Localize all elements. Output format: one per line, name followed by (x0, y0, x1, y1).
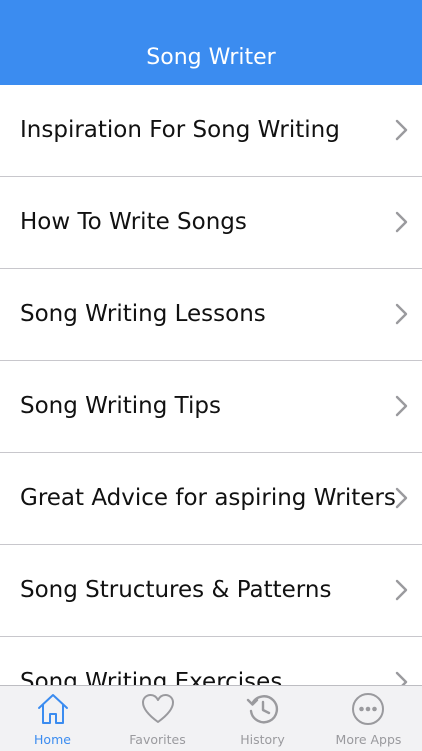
list-item-label: How To Write Songs (20, 209, 247, 235)
list-item[interactable]: Song Writing Exercises (0, 637, 422, 685)
chevron-right-icon (395, 119, 408, 141)
tab-label: Home (34, 732, 71, 747)
list-item[interactable]: How To Write Songs (0, 177, 422, 269)
chevron-right-icon (395, 671, 408, 685)
list-item[interactable]: Great Advice for aspiring Writers (0, 453, 422, 545)
chevron-right-icon (395, 579, 408, 601)
list-item-label: Song Structures & Patterns (20, 577, 332, 603)
home-icon (38, 694, 68, 724)
list-item-label: Inspiration For Song Writing (20, 117, 340, 143)
tab-home[interactable]: Home (0, 686, 105, 751)
tab-favorites[interactable]: Favorites (105, 686, 210, 751)
tab-label: History (240, 732, 285, 747)
list-item[interactable]: Song Structures & Patterns (0, 545, 422, 637)
chevron-right-icon (395, 487, 408, 509)
heart-icon (142, 694, 174, 723)
tab-history[interactable]: History (210, 686, 315, 751)
list-item[interactable]: Song Writing Lessons (0, 269, 422, 361)
tab-label: Favorites (129, 732, 186, 747)
list-item-label: Song Writing Lessons (20, 301, 266, 327)
tab-more-apps[interactable]: More Apps (315, 686, 422, 751)
page-title: Song Writer (146, 45, 276, 70)
topic-list: Inspiration For Song Writing How To Writ… (0, 85, 422, 685)
nav-bar: Song Writer (0, 0, 422, 85)
tab-label: More Apps (335, 732, 402, 747)
tab-bar: Home Favorites History More Apps (0, 685, 422, 751)
list-item[interactable]: Inspiration For Song Writing (0, 85, 422, 177)
chevron-right-icon (395, 211, 408, 233)
list-item[interactable]: Song Writing Tips (0, 361, 422, 453)
more-icon (352, 693, 384, 725)
list-item-label: Great Advice for aspiring Writers (20, 485, 396, 511)
list-item-label: Song Writing Exercises (20, 669, 283, 685)
chevron-right-icon (395, 395, 408, 417)
list-item-label: Song Writing Tips (20, 393, 221, 419)
chevron-right-icon (395, 303, 408, 325)
history-icon (246, 695, 279, 724)
